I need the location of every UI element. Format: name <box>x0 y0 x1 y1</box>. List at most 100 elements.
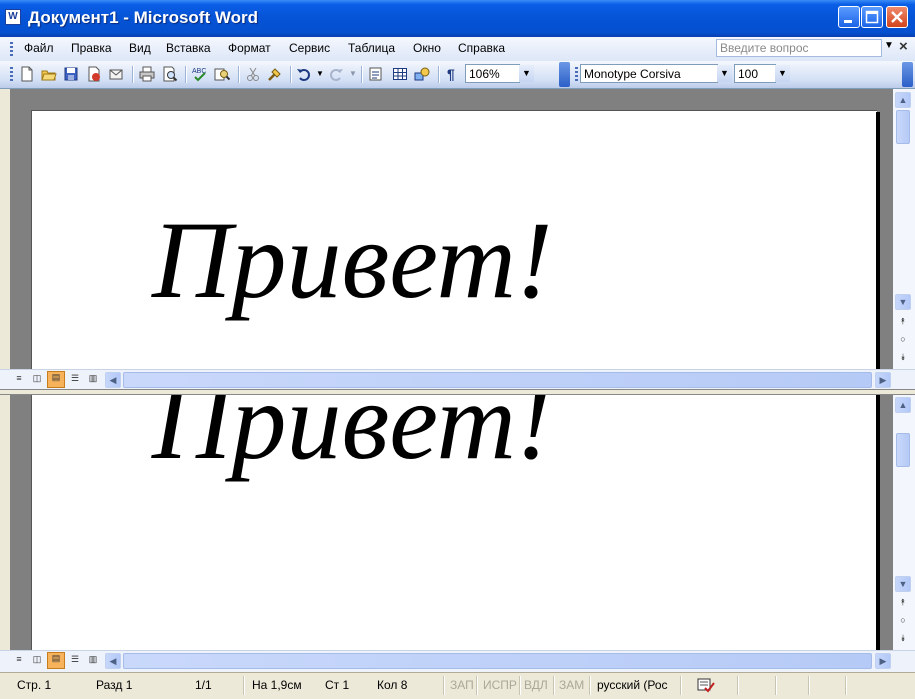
permission-icon[interactable] <box>86 66 102 82</box>
undo-dropdown-arrow-icon[interactable]: ▼ <box>316 69 324 78</box>
menu-view[interactable]: Вид <box>129 41 151 55</box>
close-icon <box>891 11 903 23</box>
close-button[interactable] <box>886 6 908 28</box>
toolbar-options-chevron-icon[interactable] <box>559 62 570 87</box>
scroll-right-button[interactable]: ▶ <box>875 653 891 669</box>
next-page-icon[interactable]: ⯯ <box>895 633 911 647</box>
tables-borders-icon[interactable] <box>392 66 408 82</box>
horizontal-scroll-thumb[interactable] <box>123 372 872 388</box>
ask-dropdown-arrow-icon[interactable]: ▼ <box>884 40 894 51</box>
previous-page-icon[interactable]: ⯭ <box>895 316 911 330</box>
outline-view-icon[interactable]: ☰ <box>67 373 83 387</box>
minimize-button[interactable] <box>838 6 860 28</box>
zoom-dropdown-arrow-icon[interactable]: ▼ <box>519 65 534 82</box>
menu-file[interactable]: Файл <box>24 41 54 55</box>
web-layout-view-icon[interactable]: ◫ <box>29 654 45 668</box>
horizontal-scroll-thumb[interactable] <box>123 653 872 669</box>
format-painter-icon[interactable] <box>267 66 283 82</box>
status-record-macro[interactable]: ЗАП <box>450 678 474 692</box>
scroll-up-button[interactable]: ▲ <box>895 397 911 413</box>
status-overtype[interactable]: ЗАМ <box>559 678 584 692</box>
top-vertical-scrollbar[interactable]: ▲ ▼ ⯭ ○ ⯯ <box>893 89 915 369</box>
status-section[interactable]: Разд 1 <box>96 678 132 692</box>
font-name-combo[interactable]: Monotype Corsiva <box>580 64 718 83</box>
redo-dropdown-arrow-icon[interactable]: ▼ <box>349 69 357 78</box>
outline-view-icon[interactable]: ☰ <box>67 654 83 668</box>
bottom-vertical-scrollbar[interactable]: ▲ ▼ ⯭ ○ ⯯ <box>893 395 915 650</box>
scroll-thumb[interactable] <box>896 433 910 467</box>
formatting-toolbar-grip[interactable] <box>575 67 578 81</box>
toolbar-grip[interactable] <box>10 67 13 81</box>
scroll-left-button[interactable]: ◀ <box>105 372 121 388</box>
toolbar-separator <box>290 66 292 83</box>
document-text-top[interactable]: Привет! <box>152 197 553 324</box>
status-track-changes[interactable]: ИСПР <box>483 678 517 692</box>
scroll-down-button[interactable]: ▼ <box>895 576 911 592</box>
reading-layout-view-icon[interactable]: ▥ <box>85 654 101 668</box>
status-extend-selection[interactable]: ВДЛ <box>524 678 548 692</box>
document-text-bottom[interactable]: Привет! <box>152 395 553 485</box>
status-page[interactable]: Стр. 1 <box>17 678 51 692</box>
font-size-combo[interactable]: 100 <box>734 64 776 83</box>
menu-insert[interactable]: Вставка <box>166 41 211 55</box>
email-icon[interactable] <box>108 66 124 82</box>
zoom-combo[interactable]: 106% <box>465 64 520 83</box>
print-layout-view-icon[interactable]: ▤ <box>47 371 65 388</box>
cut-icon[interactable] <box>245 66 261 82</box>
normal-view-icon[interactable]: ≡ <box>11 654 27 668</box>
spelling-icon[interactable]: ABC <box>192 66 208 82</box>
menu-table[interactable]: Таблица <box>348 41 395 55</box>
scroll-left-button[interactable]: ◀ <box>105 653 121 669</box>
scroll-down-button[interactable]: ▼ <box>895 294 911 310</box>
spelling-status-icon[interactable] <box>697 677 715 693</box>
bottom-pane-page[interactable]: Привет! <box>31 395 877 650</box>
save-icon[interactable] <box>63 66 79 82</box>
new-document-icon[interactable] <box>19 66 35 82</box>
menu-edit[interactable]: Правка <box>71 41 112 55</box>
scroll-thumb[interactable] <box>896 110 910 144</box>
next-page-icon[interactable]: ⯯ <box>895 352 911 366</box>
print-layout-view-icon[interactable]: ▤ <box>47 652 65 669</box>
menu-grip[interactable] <box>10 42 13 56</box>
maximize-button[interactable] <box>861 6 883 28</box>
ask-question-input[interactable]: Введите вопрос <box>716 39 882 57</box>
status-divider <box>808 676 810 695</box>
maximize-icon <box>865 10 879 24</box>
title-bar[interactable]: W Документ1 - Microsoft Word <box>0 0 915 37</box>
print-icon[interactable] <box>139 66 155 82</box>
word-app-icon[interactable]: W <box>5 9 21 25</box>
previous-page-icon[interactable]: ⯭ <box>895 597 911 611</box>
formatting-options-chevron-icon[interactable] <box>902 62 913 87</box>
open-folder-icon[interactable] <box>41 66 57 82</box>
menu-window[interactable]: Окно <box>413 41 441 55</box>
status-column[interactable]: Кол 8 <box>377 678 407 692</box>
page-shadow-bottom <box>876 395 880 650</box>
status-language[interactable]: русский (Рос <box>597 678 668 692</box>
top-pane-page[interactable]: Привет! <box>31 110 877 370</box>
web-layout-view-icon[interactable]: ◫ <box>29 373 45 387</box>
research-icon[interactable] <box>214 66 230 82</box>
menu-tools[interactable]: Сервис <box>289 41 330 55</box>
normal-view-icon[interactable]: ≡ <box>11 373 27 387</box>
reading-layout-view-icon[interactable]: ▥ <box>85 373 101 387</box>
scroll-up-button[interactable]: ▲ <box>895 92 911 108</box>
redo-icon[interactable] <box>328 66 344 82</box>
insert-hyperlink-icon[interactable] <box>368 66 384 82</box>
status-pages[interactable]: 1/1 <box>195 678 212 692</box>
select-browse-object-icon[interactable]: ○ <box>895 334 911 348</box>
show-formatting-icon[interactable]: ¶ <box>447 66 455 82</box>
menu-help[interactable]: Справка <box>458 41 505 55</box>
status-position[interactable]: На 1,9см <box>252 678 302 692</box>
print-preview-icon[interactable] <box>162 66 178 82</box>
minimize-icon <box>844 20 852 23</box>
page-shadow <box>876 112 880 369</box>
drawing-icon[interactable] <box>414 66 430 82</box>
undo-icon[interactable] <box>296 66 312 82</box>
scroll-right-button[interactable]: ▶ <box>875 372 891 388</box>
select-browse-object-icon[interactable]: ○ <box>895 615 911 629</box>
font-size-dropdown-arrow-icon[interactable]: ▼ <box>775 65 790 82</box>
close-document-button[interactable]: × <box>899 38 908 55</box>
font-name-dropdown-arrow-icon[interactable]: ▼ <box>717 65 732 82</box>
status-line[interactable]: Ст 1 <box>325 678 349 692</box>
menu-format[interactable]: Формат <box>228 41 271 55</box>
